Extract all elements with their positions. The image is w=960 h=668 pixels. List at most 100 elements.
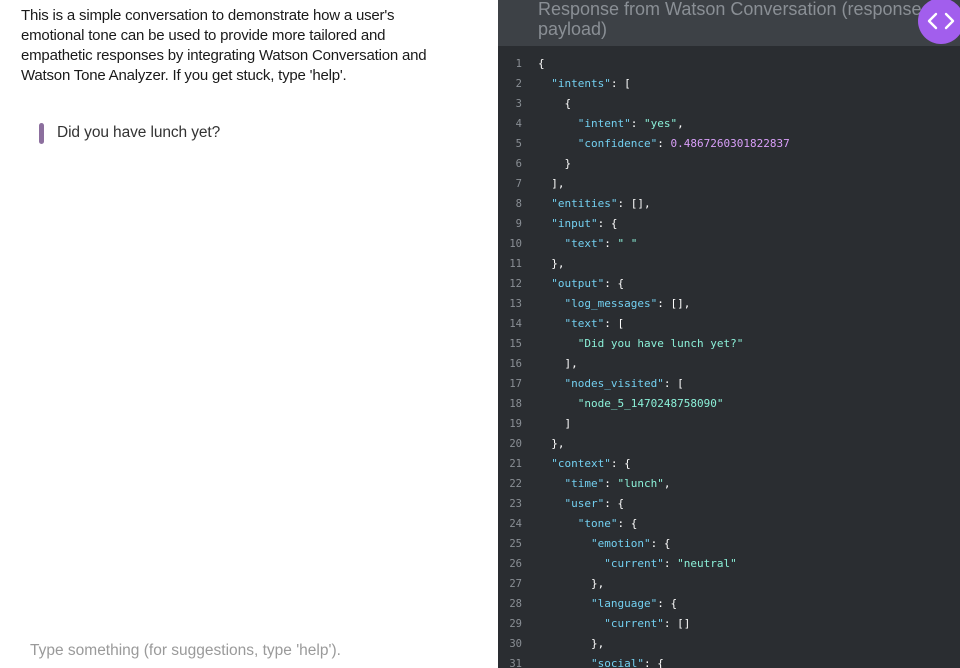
line-number: 17 (509, 378, 522, 390)
code-text: "language": { (590, 597, 678, 610)
line-number: 8 (515, 198, 522, 210)
code-text: "log_messages": [], (564, 297, 691, 310)
code-brackets-icon[interactable] (918, 0, 960, 44)
code-text: "input": { (551, 217, 618, 230)
code-line: 20 }, (498, 434, 960, 454)
code-text: "text": " " (564, 237, 638, 250)
line-number: 10 (509, 238, 522, 250)
code-text: { (538, 97, 572, 110)
code-text: "node_5_1470248758090" (577, 397, 724, 410)
line-number: 18 (509, 398, 522, 410)
code-line: 27 }, (498, 574, 960, 594)
line-number: 14 (509, 318, 522, 330)
line-number: 21 (509, 458, 522, 470)
payload-pane: Response from Watson Conversation (respo… (498, 0, 960, 668)
code-text: "emotion": { (590, 537, 671, 550)
code-text: "entities": [], (551, 197, 651, 210)
code-line: 25 "emotion": { (498, 534, 960, 554)
payload-code: 1{2 "intents": [3 {4 "intent": "yes", 5 "… (498, 54, 960, 668)
payload-header: Response from Watson Conversation (respo… (498, 0, 960, 46)
line-number: 11 (509, 258, 522, 270)
code-line: 14 "text": [ (498, 314, 960, 334)
code-text: }, (538, 637, 605, 650)
code-line: 5 "confidence": 0.4867260301822837 (498, 134, 960, 154)
line-number: 31 (509, 658, 522, 668)
code-text: ], (538, 357, 578, 370)
code-line: 28 "language": { (498, 594, 960, 614)
code-text: "time": "lunch", (564, 477, 671, 490)
code-text: "social": { (590, 657, 664, 668)
code-line: 4 "intent": "yes", (498, 114, 960, 134)
line-number: 26 (509, 558, 522, 570)
code-line: 6 } (498, 154, 960, 174)
watson-message: Did you have lunch yet? (39, 122, 220, 144)
code-line: 7 ], (498, 174, 960, 194)
line-number: 27 (509, 578, 522, 590)
line-number: 3 (515, 98, 522, 110)
line-number: 23 (509, 498, 522, 510)
message-bar-icon (39, 122, 44, 144)
code-text: }, (538, 577, 605, 590)
code-line: 29 "current": [] (498, 614, 960, 634)
code-line: 12 "output": { (498, 274, 960, 294)
code-line: 18 "node_5_1470248758090" (498, 394, 960, 414)
code-line: 9 "input": { (498, 214, 960, 234)
code-line: 30 }, (498, 634, 960, 654)
code-text: { (538, 57, 545, 70)
line-number: 30 (509, 638, 522, 650)
code-line: 13 "log_messages": [], (498, 294, 960, 314)
line-number: 4 (515, 118, 522, 130)
line-number: 16 (509, 358, 522, 370)
code-text: ] (538, 417, 572, 430)
code-text: "text": [ (564, 317, 625, 330)
line-number: 7 (515, 178, 522, 190)
line-number: 15 (509, 338, 522, 350)
code-line: 15 "Did you have lunch yet?" (498, 334, 960, 354)
code-text: "output": { (551, 277, 625, 290)
code-text: "Did you have lunch yet?" (577, 337, 744, 350)
code-line: 24 "tone": { (498, 514, 960, 534)
line-number: 6 (515, 158, 522, 170)
code-line: 31 "social": { (498, 654, 960, 668)
code-text: ], (538, 177, 565, 190)
chat-pane: This is a simple conversation to demonst… (0, 0, 498, 668)
code-line: 17 "nodes_visited": [ (498, 374, 960, 394)
line-number: 19 (509, 418, 522, 430)
code-text: "context": { (551, 457, 631, 470)
code-line: 21 "context": { (498, 454, 960, 474)
line-number: 5 (515, 138, 522, 150)
code-text: }, (538, 257, 565, 270)
line-number: 20 (509, 438, 522, 450)
line-number: 2 (515, 78, 522, 90)
code-text: "intents": [ (551, 77, 631, 90)
line-number: 25 (509, 538, 522, 550)
code-text: "user": { (564, 497, 625, 510)
intro-text: This is a simple conversation to demonst… (21, 7, 427, 84)
line-number: 1 (515, 58, 522, 70)
code-text: "intent": "yes", (577, 117, 684, 130)
code-line: 19 ] (498, 414, 960, 434)
code-text: "nodes_visited": [ (564, 377, 684, 390)
line-number: 13 (509, 298, 522, 310)
code-line: 23 "user": { (498, 494, 960, 514)
line-number: 9 (515, 218, 522, 230)
line-number: 29 (509, 618, 522, 630)
code-text: "current": "neutral" (604, 557, 737, 570)
message-text: Did you have lunch yet? (57, 124, 221, 141)
code-line: 22 "time": "lunch", (498, 474, 960, 494)
code-text: } (538, 157, 572, 170)
line-number: 24 (509, 518, 522, 530)
chat-input[interactable] (30, 640, 480, 662)
code-text: "confidence": 0.4867260301822837 (577, 137, 790, 150)
code-line: 1{ (498, 54, 960, 74)
line-number: 22 (509, 478, 522, 490)
code-line: 8 "entities": [], (498, 194, 960, 214)
line-number: 12 (509, 278, 522, 290)
line-number: 28 (509, 598, 522, 610)
code-line: 26 "current": "neutral" (498, 554, 960, 574)
payload-title: Response from Watson Conversation (respo… (538, 0, 922, 39)
code-line: 16 ], (498, 354, 960, 374)
code-line: 3 { (498, 94, 960, 114)
code-line: 2 "intents": [ (498, 74, 960, 94)
code-line: 10 "text": " " (498, 234, 960, 254)
